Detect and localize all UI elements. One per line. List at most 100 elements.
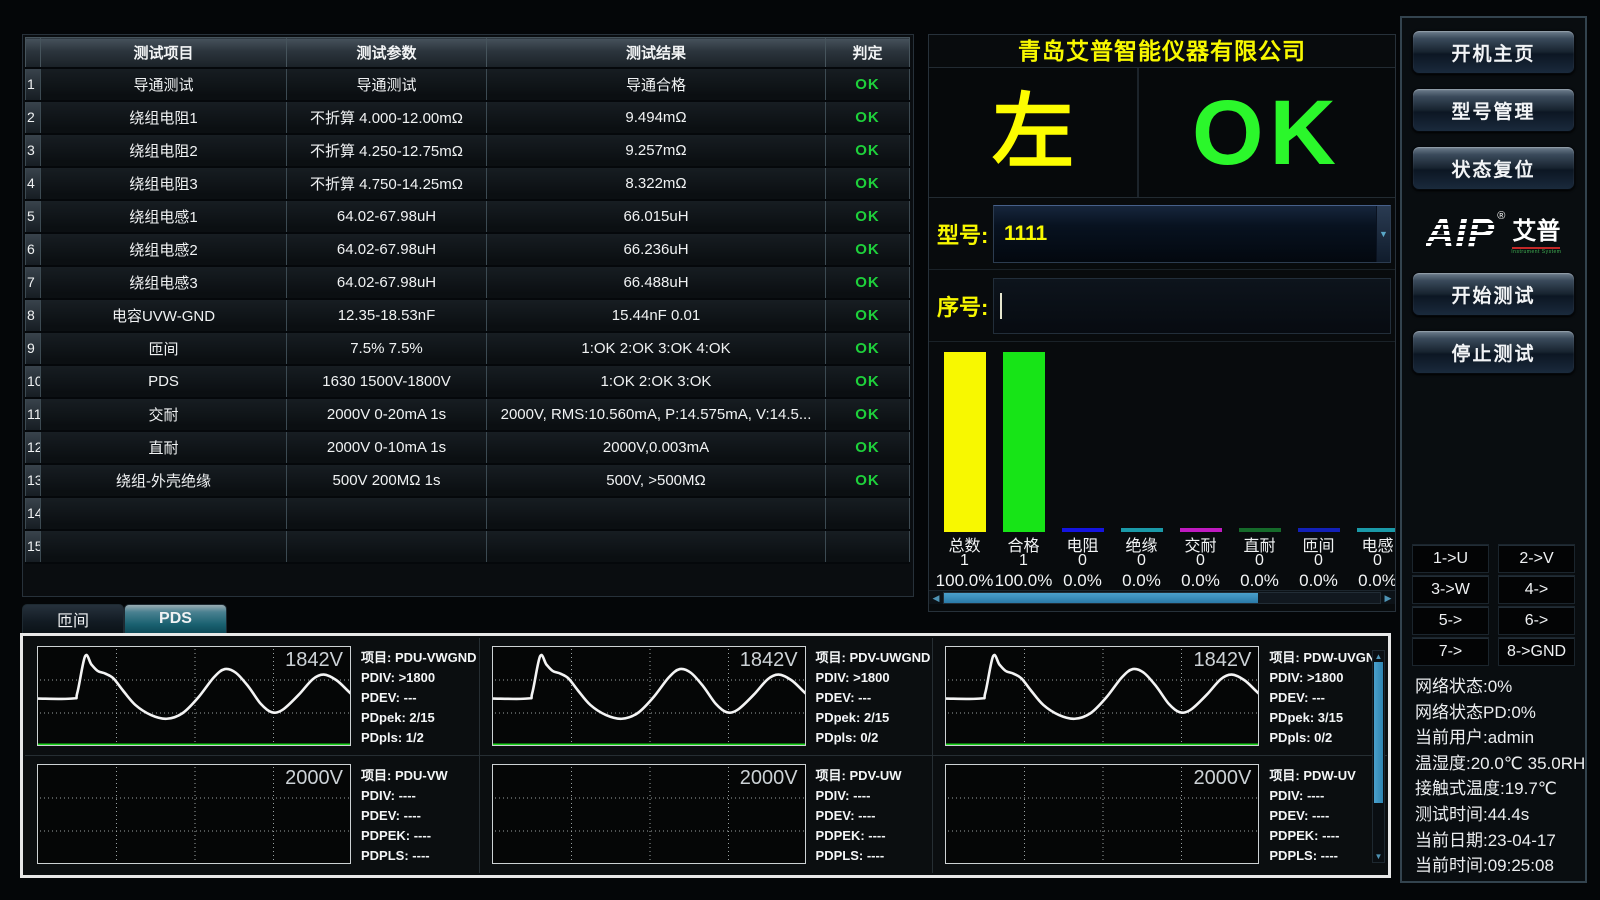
scroll-left-icon[interactable]: ◀ — [929, 591, 943, 605]
table-row[interactable]: 6 绕组电感2 64.02-67.98uH 66.236uH OK — [26, 233, 910, 266]
stat-name: 电阻 — [1053, 532, 1112, 552]
stat-label-column: 直耐 0 0.0% — [1230, 532, 1289, 592]
stat-name: 绝缘 — [1112, 532, 1171, 552]
model-label: 型号: — [937, 218, 993, 250]
status-line: 接触式温度:19.7℃ — [1415, 776, 1575, 802]
cell-item: 绕组电感2 — [41, 233, 287, 266]
scope-pdiv: PDIV: ---- — [1269, 786, 1355, 806]
plot-voltage-label: 1842V — [285, 649, 343, 672]
action-button[interactable]: 停止测试 — [1412, 330, 1575, 374]
cell-judge: OK — [826, 266, 910, 299]
serial-label: 序号: — [937, 290, 993, 322]
header-num — [26, 38, 41, 68]
logo-aip-text: AIP — [1426, 213, 1496, 253]
action-button[interactable]: 开始测试 — [1412, 272, 1575, 316]
cell-item: 绕组电阻3 — [41, 167, 287, 200]
scope-pdpek: PDpek: 3/15 — [1269, 708, 1384, 728]
serial-row: 序号: — [929, 270, 1395, 342]
scope-info: 项目: PDW-UVGND PDIV: >1800 PDEV: --- PDpe… — [1269, 646, 1384, 751]
table-row[interactable]: 12 直耐 2000V 0-10mA 1s 2000V,0.003mA OK — [26, 431, 910, 464]
scroll-up-icon[interactable]: ▲ — [1373, 651, 1384, 662]
table-row[interactable]: 8 电容UVW-GND 12.35-18.53nF 15.44nF 0.01 O… — [26, 299, 910, 332]
cell-item: 导通测试 — [41, 68, 287, 101]
model-row: 型号: 1111 ▼ — [929, 198, 1395, 270]
channel-button[interactable]: 1->U — [1412, 544, 1489, 573]
waveform-plot: 2000V — [37, 764, 353, 870]
scope-pdev: PDEV: ---- — [1269, 806, 1355, 826]
channel-button[interactable]: 7-> — [1412, 637, 1489, 666]
scope-vertical-scrollbar[interactable]: ▲ ▼ — [1372, 650, 1385, 863]
cell-item: 电容UVW-GND — [41, 299, 287, 332]
cell-judge: OK — [826, 200, 910, 233]
cell-judge: OK — [826, 464, 910, 497]
scope-tab-bar: 匝间 PDS — [22, 604, 227, 633]
stat-percent: 0.0% — [1112, 571, 1171, 592]
table-row[interactable]: 7 绕组电感3 64.02-67.98uH 66.488uH OK — [26, 266, 910, 299]
cell-result: 8.322mΩ — [487, 167, 826, 200]
stat-percent: 0.0% — [1230, 571, 1289, 592]
scope-item-label: 项目: PDW-UV — [1269, 766, 1355, 786]
channel-button[interactable]: 3->W — [1412, 575, 1489, 604]
scope-pdpls: PDpls: 0/2 — [1269, 728, 1384, 748]
scroll-right-icon[interactable]: ▶ — [1381, 591, 1395, 605]
scope-pdev: PDEV: ---- — [816, 806, 902, 826]
serial-input[interactable] — [993, 278, 1391, 334]
cell-result: 500V, >500MΩ — [487, 464, 826, 497]
stat-bar-column — [935, 342, 994, 532]
scrollbar-thumb[interactable] — [1374, 662, 1383, 803]
stat-name: 直耐 — [1230, 532, 1289, 552]
table-row[interactable]: 10 PDS 1630 1500V-1800V 1:OK 2:OK 3:OK O… — [26, 365, 910, 398]
nav-button[interactable]: 开机主页 — [1412, 30, 1575, 74]
stat-label-column: 绝缘 0 0.0% — [1112, 532, 1171, 592]
table-row[interactable]: 13 绕组-外壳绝缘 500V 200MΩ 1s 500V, >500MΩ OK — [26, 464, 910, 497]
table-row[interactable]: 15 — [26, 530, 910, 563]
cell-item: 绕组电感3 — [41, 266, 287, 299]
model-combobox[interactable]: 1111 ▼ — [993, 205, 1391, 263]
nav-button[interactable]: 型号管理 — [1412, 88, 1575, 132]
cell-item — [41, 530, 287, 563]
stat-label-column: 匝间 0 0.0% — [1289, 532, 1348, 592]
channel-button[interactable]: 2->V — [1498, 544, 1575, 573]
cell-result: 66.236uH — [487, 233, 826, 266]
channel-button[interactable]: 6-> — [1498, 606, 1575, 635]
stat-count: 1 — [994, 552, 1053, 571]
table-row[interactable]: 14 — [26, 497, 910, 530]
cell-judge: OK — [826, 431, 910, 464]
table-row[interactable]: 9 匝间 7.5% 7.5% 1:OK 2:OK 3:OK 4:OK OK — [26, 332, 910, 365]
stat-count: 0 — [1112, 552, 1171, 571]
nav-button[interactable]: 状态复位 — [1412, 146, 1575, 190]
channel-button[interactable]: 8->GND — [1498, 637, 1575, 666]
scope-pdev: PDEV: --- — [816, 688, 931, 708]
scrollbar-track[interactable] — [943, 592, 1381, 604]
table-row[interactable]: 2 绕组电阻1 不折算 4.000-12.00mΩ 9.494mΩ OK — [26, 101, 910, 134]
cell-item: 绕组-外壳绝缘 — [41, 464, 287, 497]
stat-count: 0 — [1053, 552, 1112, 571]
stat-percent: 0.0% — [1171, 571, 1230, 592]
table-row[interactable]: 11 交耐 2000V 0-20mA 1s 2000V, RMS:10.560m… — [26, 398, 910, 431]
scrollbar-thumb[interactable] — [944, 593, 1258, 603]
tab-turn-to-turn[interactable]: 匝间 — [22, 604, 124, 633]
scope-panel: 1842V 项目: PDU-VWGND PDIV: >1800 PDEV: --… — [20, 633, 1391, 878]
scope-cell: 2000V 项目: PDV-UW PDIV: ---- PDEV: ---- P… — [480, 756, 934, 874]
scope-info: 项目: PDU-VWGND PDIV: >1800 PDEV: --- PDpe… — [361, 646, 477, 751]
row-number: 12 — [26, 431, 41, 464]
cell-param — [287, 530, 487, 563]
table-row[interactable]: 4 绕组电阻3 不折算 4.750-14.25mΩ 8.322mΩ OK — [26, 167, 910, 200]
scope-info: 项目: PDW-UV PDIV: ---- PDEV: ---- PDPEK: … — [1269, 764, 1355, 870]
cell-item: 绕组电感1 — [41, 200, 287, 233]
cell-judge: OK — [826, 233, 910, 266]
table-row[interactable]: 5 绕组电感1 64.02-67.98uH 66.015uH OK — [26, 200, 910, 233]
stat-percent: 0.0% — [1053, 571, 1112, 592]
scope-pdev: PDEV: --- — [361, 688, 477, 708]
channel-button[interactable]: 4-> — [1498, 575, 1575, 604]
plot-voltage-label: 1842V — [1194, 649, 1252, 672]
channel-button[interactable]: 5-> — [1412, 606, 1489, 635]
scroll-down-icon[interactable]: ▼ — [1373, 851, 1384, 862]
table-row[interactable]: 3 绕组电阻2 不折算 4.250-12.75mΩ 9.257mΩ OK — [26, 134, 910, 167]
stat-label-column: 交耐 0 0.0% — [1171, 532, 1230, 592]
model-dropdown-arrow-icon[interactable]: ▼ — [1376, 206, 1390, 262]
chart-horizontal-scrollbar[interactable]: ◀ ▶ — [929, 590, 1395, 604]
tab-pds[interactable]: PDS — [124, 604, 227, 633]
table-row[interactable]: 1 导通测试 导通测试 导通合格 OK — [26, 68, 910, 101]
cell-param: 不折算 4.250-12.75mΩ — [287, 134, 487, 167]
